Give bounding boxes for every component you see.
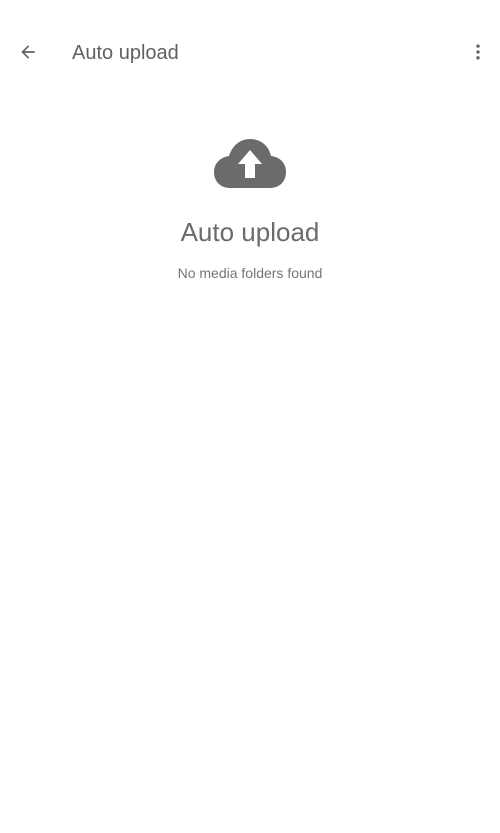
arrow-back-icon (21, 45, 35, 59)
empty-state-message: No media folders found (177, 265, 323, 281)
app-bar: Auto upload (0, 0, 500, 105)
overflow-menu-button[interactable] (462, 36, 494, 68)
cloud-upload-icon (214, 139, 286, 188)
auto-upload-screen: Auto upload Auto upload No media folders… (0, 0, 500, 833)
empty-state-title: Auto upload (180, 217, 320, 247)
back-button[interactable] (12, 36, 44, 68)
page-title: Auto upload (72, 42, 179, 64)
more-vert-icon (476, 44, 480, 60)
empty-state: Auto upload No media folders found (0, 136, 500, 282)
